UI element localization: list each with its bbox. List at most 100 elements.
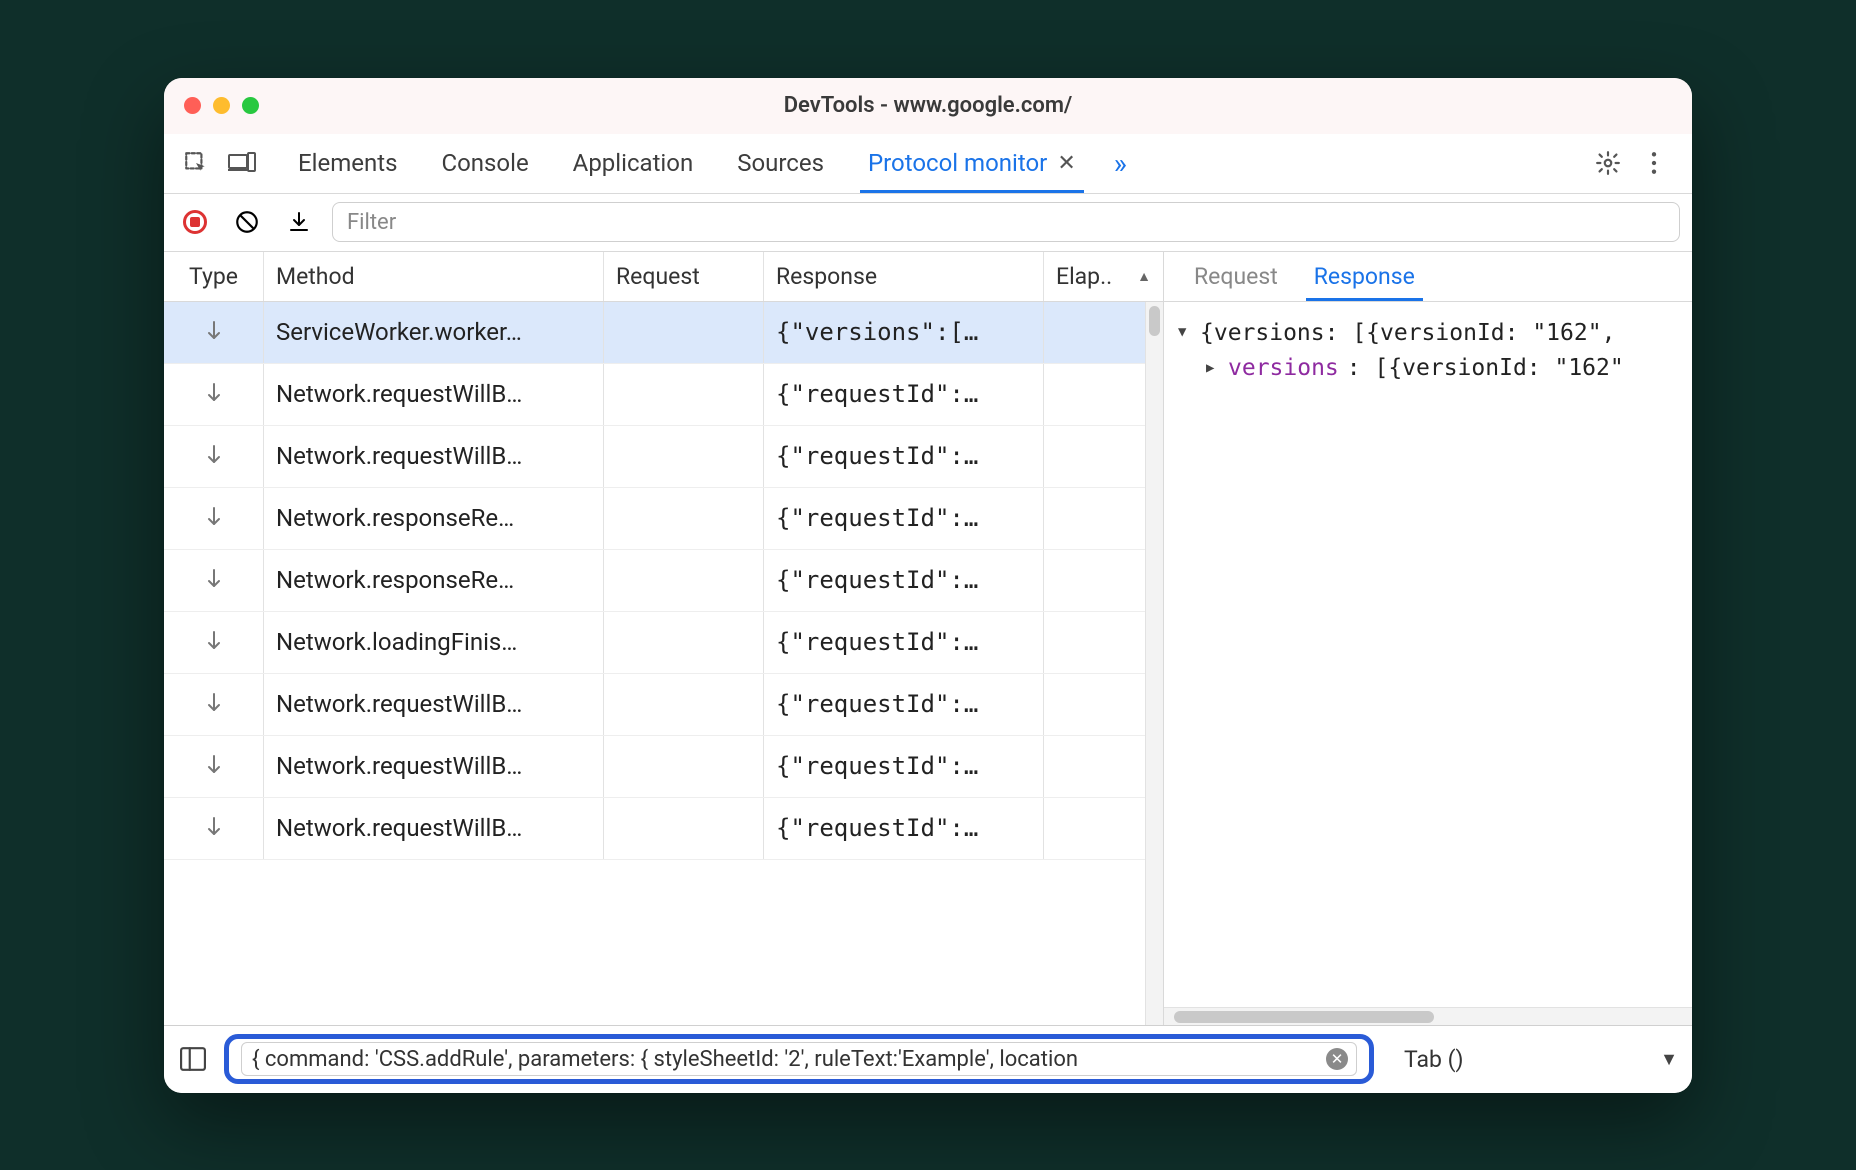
clear-input-icon[interactable]: ✕ bbox=[1326, 1048, 1348, 1070]
save-button[interactable] bbox=[280, 203, 318, 241]
incoming-arrow-icon bbox=[205, 815, 223, 841]
method-cell: Network.responseRe… bbox=[264, 550, 604, 611]
request-cell bbox=[604, 612, 764, 673]
method-cell: Network.requestWillB… bbox=[264, 736, 604, 797]
col-request-header[interactable]: Request bbox=[604, 252, 764, 301]
details-tabs: Request Response bbox=[1164, 252, 1692, 302]
method-cell: Network.responseRe… bbox=[264, 488, 604, 549]
json-row[interactable]: ▶ versions: [{versionId: "162" bbox=[1178, 351, 1678, 387]
col-method-header[interactable]: Method bbox=[264, 252, 604, 301]
disclosure-triangle-icon[interactable]: ▶ bbox=[1206, 358, 1220, 380]
more-options-icon[interactable] bbox=[1632, 141, 1676, 185]
table-row[interactable]: Network.responseRe… {"requestId":… bbox=[164, 550, 1163, 612]
col-response-header[interactable]: Response bbox=[764, 252, 1044, 301]
type-cell bbox=[164, 736, 264, 797]
close-window-button[interactable] bbox=[184, 97, 201, 114]
titlebar: DevTools - www.google.com/ bbox=[164, 78, 1692, 134]
panels-tabbar: Elements Console Application Sources Pro… bbox=[164, 134, 1692, 194]
drawer-dropdown-icon[interactable]: ▼ bbox=[1660, 1049, 1678, 1070]
response-cell: {"requestId":… bbox=[764, 550, 1044, 611]
more-tabs-button[interactable]: » bbox=[1100, 147, 1141, 180]
settings-icon[interactable] bbox=[1586, 141, 1630, 185]
table-row[interactable]: Network.requestWillB… {"requestId":… bbox=[164, 364, 1163, 426]
incoming-arrow-icon bbox=[205, 381, 223, 407]
type-cell bbox=[164, 550, 264, 611]
details-tab-response[interactable]: Response bbox=[1298, 252, 1431, 301]
tab-console[interactable]: Console bbox=[419, 134, 550, 193]
request-cell bbox=[604, 798, 764, 859]
clear-button[interactable] bbox=[228, 203, 266, 241]
request-cell bbox=[604, 302, 764, 363]
incoming-arrow-icon bbox=[205, 443, 223, 469]
tab-label: Console bbox=[441, 149, 528, 177]
window-controls bbox=[164, 97, 259, 114]
response-cell: {"requestId":… bbox=[764, 736, 1044, 797]
json-key: versions bbox=[1228, 351, 1339, 387]
details-tab-request[interactable]: Request bbox=[1178, 252, 1294, 301]
method-cell: ServiceWorker.worker… bbox=[264, 302, 604, 363]
tab-application[interactable]: Application bbox=[551, 134, 716, 193]
response-cell: {"requestId":… bbox=[764, 426, 1044, 487]
incoming-arrow-icon bbox=[205, 505, 223, 531]
horizontal-scrollbar[interactable] bbox=[1164, 1007, 1692, 1025]
zoom-window-button[interactable] bbox=[242, 97, 259, 114]
table-row[interactable]: Network.loadingFinis… {"requestId":… bbox=[164, 612, 1163, 674]
request-cell bbox=[604, 736, 764, 797]
minimize-window-button[interactable] bbox=[213, 97, 230, 114]
window-title: DevTools - www.google.com/ bbox=[164, 93, 1692, 118]
json-text: : [{versionId: "162" bbox=[1347, 351, 1624, 387]
vertical-scrollbar[interactable] bbox=[1145, 302, 1163, 1025]
table-row[interactable]: ServiceWorker.worker… {"versions":[… bbox=[164, 302, 1163, 364]
response-cell: {"versions":[… bbox=[764, 302, 1044, 363]
col-elapsed-label: Elap.. bbox=[1056, 263, 1112, 290]
table-row[interactable]: Network.responseRe…{"requestId":… bbox=[164, 488, 1163, 550]
response-cell: {"requestId":… bbox=[764, 612, 1044, 673]
main-area: Type Method Request Response Elap.. ▲ Se… bbox=[164, 252, 1692, 1025]
json-row[interactable]: ▼ {versions: [{versionId: "162", bbox=[1178, 316, 1678, 352]
tab-elements[interactable]: Elements bbox=[276, 134, 419, 193]
table-row[interactable]: Network.requestWillB… {"requestId":… bbox=[164, 426, 1163, 488]
method-cell: Network.loadingFinis… bbox=[264, 612, 604, 673]
method-cell: Network.requestWillB… bbox=[264, 426, 604, 487]
response-cell: {"requestId":… bbox=[764, 674, 1044, 735]
table-row[interactable]: Network.requestWillB… {"requestId":… bbox=[164, 736, 1163, 798]
command-input-highlight: { command: 'CSS.addRule', parameters: { … bbox=[224, 1034, 1374, 1084]
show-drawer-icon[interactable] bbox=[178, 1044, 208, 1074]
table-header: Type Method Request Response Elap.. ▲ bbox=[164, 252, 1163, 302]
details-pane: Request Response ▼ {versions: [{versionI… bbox=[1164, 252, 1692, 1025]
devtools-window: DevTools - www.google.com/ Elements Cons… bbox=[164, 78, 1692, 1093]
inspect-element-icon[interactable] bbox=[174, 141, 218, 185]
request-cell bbox=[604, 488, 764, 549]
drawer-footer: { command: 'CSS.addRule', parameters: { … bbox=[164, 1025, 1692, 1093]
table-row[interactable]: Network.requestWillB… {"requestId":… bbox=[164, 798, 1163, 860]
response-cell: {"requestId":… bbox=[764, 798, 1044, 859]
table-row[interactable]: Network.requestWillB… {"requestId":… bbox=[164, 674, 1163, 736]
device-toolbar-icon[interactable] bbox=[220, 141, 264, 185]
tab-label: Sources bbox=[737, 149, 824, 177]
tab-label: Application bbox=[573, 149, 694, 177]
method-cell: Network.requestWillB… bbox=[264, 798, 604, 859]
request-cell bbox=[604, 674, 764, 735]
tab-label: Protocol monitor bbox=[868, 149, 1047, 177]
response-cell: {"requestId":… bbox=[764, 364, 1044, 425]
command-input[interactable]: { command: 'CSS.addRule', parameters: { … bbox=[241, 1042, 1357, 1076]
col-type-header[interactable]: Type bbox=[164, 252, 264, 301]
table-body: ServiceWorker.worker…{"versions":[…Netwo… bbox=[164, 302, 1163, 1025]
incoming-arrow-icon bbox=[205, 567, 223, 593]
type-cell bbox=[164, 612, 264, 673]
close-tab-icon[interactable]: ✕ bbox=[1057, 151, 1075, 176]
filter-input[interactable]: Filter bbox=[332, 202, 1680, 242]
incoming-arrow-icon bbox=[205, 753, 223, 779]
disclosure-triangle-icon[interactable]: ▼ bbox=[1178, 322, 1192, 344]
method-cell: Network.requestWillB… bbox=[264, 674, 604, 735]
type-cell bbox=[164, 364, 264, 425]
panel-tabs: Elements Console Application Sources Pro… bbox=[276, 134, 1098, 193]
tab-readout: Tab () bbox=[1404, 1046, 1463, 1073]
tab-sources[interactable]: Sources bbox=[715, 134, 846, 193]
request-cell bbox=[604, 426, 764, 487]
method-cell: Network.requestWillB… bbox=[264, 364, 604, 425]
sort-indicator-icon: ▲ bbox=[1137, 268, 1151, 285]
tab-protocol-monitor[interactable]: Protocol monitor ✕ bbox=[846, 134, 1098, 193]
record-button[interactable] bbox=[176, 203, 214, 241]
col-elapsed-header[interactable]: Elap.. ▲ bbox=[1044, 252, 1163, 301]
